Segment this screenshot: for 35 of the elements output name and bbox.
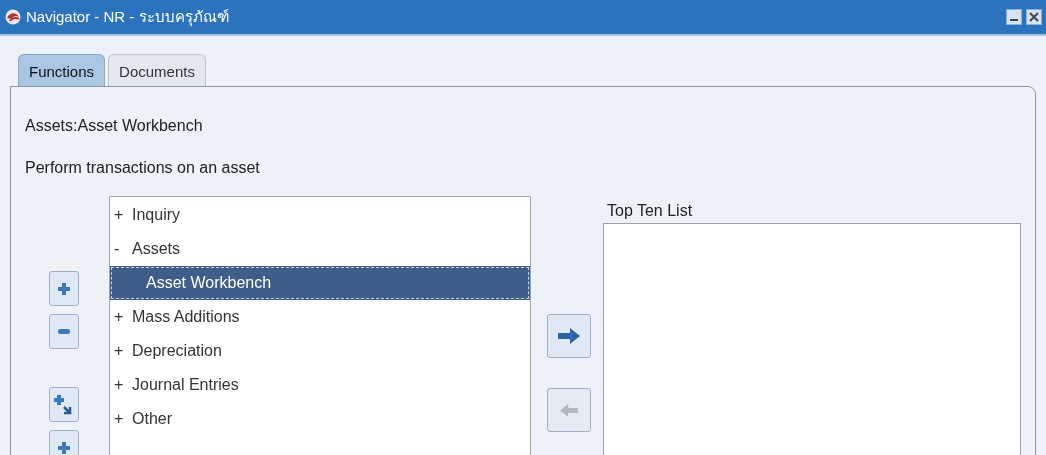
tree-item[interactable]: + Depreciation xyxy=(110,334,530,368)
tab[interactable]: Functions xyxy=(18,54,106,86)
add-button[interactable] xyxy=(547,314,591,358)
tree-item[interactable]: + Other xyxy=(110,402,530,436)
collapse-button[interactable] xyxy=(49,314,79,349)
tree-item[interactable]: + Journal Entries xyxy=(110,368,530,402)
tree-item[interactable]: + Mass Additions xyxy=(110,300,530,334)
toggle-sign[interactable]: + xyxy=(114,308,132,326)
tree-item[interactable]: + Inquiry xyxy=(110,198,530,232)
left-arrow-icon xyxy=(560,403,578,417)
toggle-sign[interactable]: - xyxy=(114,240,132,258)
expand-all-button[interactable] xyxy=(49,387,79,422)
plus-icon xyxy=(58,441,70,454)
minus-icon xyxy=(58,329,70,334)
plus-arrow-icon xyxy=(54,394,74,415)
right-arrow-icon xyxy=(558,328,580,344)
plus-icon xyxy=(58,282,70,295)
tree-item[interactable]: - Assets xyxy=(110,232,530,266)
app-logo-icon xyxy=(4,9,22,25)
toggle-sign[interactable]: + xyxy=(114,410,132,428)
function-heading: Assets:Asset Workbench xyxy=(25,117,204,135)
close-button[interactable] xyxy=(1026,9,1042,25)
function-description: Perform transactions on an asset xyxy=(25,159,261,177)
window-title: Navigator - NR - ระบบครุภัณฑ์ xyxy=(26,7,230,29)
tab[interactable]: Documents xyxy=(108,54,206,86)
collapse-all-button[interactable] xyxy=(49,430,79,455)
minimize-icon xyxy=(1010,19,1018,21)
close-icon xyxy=(1029,12,1039,22)
tree-item[interactable]: Asset Workbench xyxy=(110,266,530,300)
top-ten-label: Top Ten List xyxy=(607,202,694,220)
expand-button[interactable] xyxy=(49,271,79,306)
toggle-sign[interactable]: + xyxy=(114,342,132,360)
minimize-button[interactable] xyxy=(1006,9,1022,25)
toggle-sign[interactable]: + xyxy=(114,376,132,394)
toggle-sign[interactable]: + xyxy=(114,206,132,224)
